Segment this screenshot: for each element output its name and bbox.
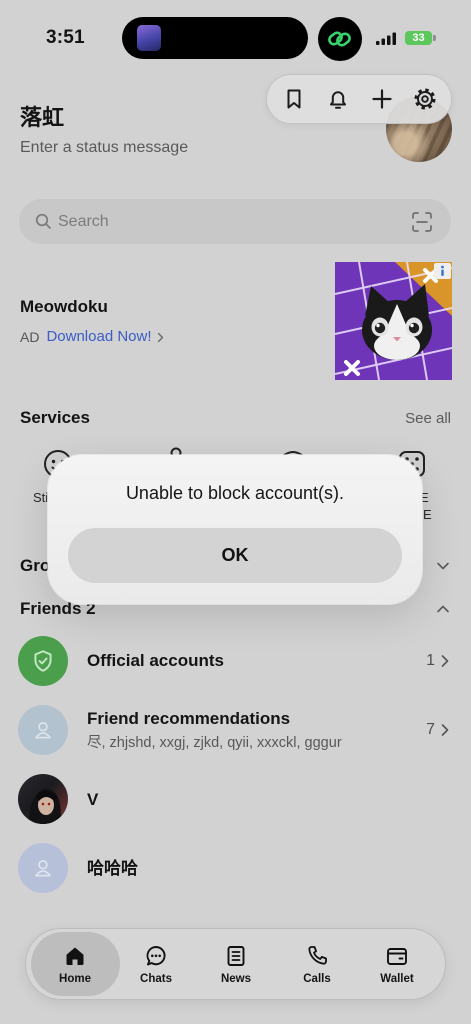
row-name: 哈哈哈 (87, 859, 138, 878)
tab-calls[interactable]: Calls (277, 933, 357, 996)
tab-label: News (220, 973, 252, 985)
avatar (18, 774, 68, 824)
ad-title: Meowdoku (20, 297, 108, 316)
wallet-icon (387, 948, 407, 965)
avatar (18, 636, 68, 686)
tab-label: Home (59, 973, 91, 985)
profile-name[interactable]: 落虹 (20, 105, 64, 131)
person-icon (35, 859, 51, 877)
row-subtitle: 尽, zhjshd, xxgj, zjkd, qyii, xxxckl, ggg… (87, 735, 342, 751)
tab-chats[interactable]: Chats (116, 933, 196, 996)
chevron-up-icon[interactable] (435, 601, 451, 617)
groups-heading[interactable]: Gro (20, 556, 50, 576)
tab-news[interactable]: News (196, 933, 276, 996)
chevron-right-icon (441, 655, 449, 667)
search-bar[interactable] (19, 199, 451, 244)
services-see-all-link[interactable]: See all (405, 409, 451, 429)
tab-label: Chats (140, 973, 172, 985)
ad-banner[interactable]: Meowdoku AD Download Now! (0, 262, 471, 380)
scan-icon[interactable] (411, 211, 433, 233)
cellular-signal-icon (376, 32, 396, 45)
services-heading: Services (20, 408, 90, 427)
chat-bubble-icon (146, 946, 166, 966)
chevron-right-icon (157, 332, 163, 342)
search-icon (35, 213, 51, 229)
bookmark-icon[interactable] (282, 87, 306, 111)
row-count: 1 (426, 652, 435, 669)
ad-cta-row[interactable]: AD Download Now! (20, 328, 164, 346)
row-name: V (87, 790, 99, 809)
row-count: 7 (426, 721, 435, 738)
live-activity-bubble (318, 17, 362, 61)
ok-button[interactable]: OK (68, 528, 402, 583)
news-icon (227, 946, 245, 966)
avatar (18, 705, 68, 755)
now-playing-artwork (137, 25, 161, 51)
service-label: Sti (33, 490, 49, 505)
battery-level: 33 (412, 32, 425, 44)
linked-rings-icon (328, 31, 351, 47)
search-input[interactable] (58, 199, 398, 244)
row-name: Friend recommendations (87, 709, 291, 728)
list-item-official-accounts[interactable]: Official accounts 1 (0, 627, 471, 696)
chevron-right-icon (441, 724, 449, 736)
phone-icon (308, 946, 327, 965)
home-icon (66, 947, 84, 965)
tab-label: Calls (303, 973, 331, 985)
shield-check-icon (34, 650, 52, 672)
ad-download-link[interactable]: Download Now! (46, 328, 151, 346)
plus-icon[interactable] (370, 87, 394, 111)
gear-icon[interactable] (413, 87, 437, 111)
battery-indicator: 33 (405, 31, 432, 45)
list-item-friend-recommendations[interactable]: Friend recommendations 尽, zhjshd, xxgj, … (0, 696, 471, 765)
alert-dialog: Unable to block account(s). OK (48, 455, 422, 604)
service-label: E (423, 507, 432, 522)
ad-badge: AD (20, 329, 40, 345)
battery-tip (433, 35, 436, 41)
tab-wallet[interactable]: Wallet (357, 933, 437, 996)
alert-message: Unable to block account(s). (125, 483, 345, 503)
list-item-friend[interactable]: 哈哈哈 (0, 834, 471, 903)
row-name: Official accounts (87, 651, 224, 670)
home-screen: 3:51 33 落虹 Enter a status message Search… (0, 0, 471, 1024)
friend-photo (28, 789, 62, 824)
ad-image[interactable] (335, 262, 452, 380)
status-time: 3:51 (46, 27, 85, 48)
chevron-down-icon[interactable] (435, 558, 451, 574)
person-icon (35, 721, 51, 739)
status-message[interactable]: Enter a status message (20, 138, 188, 158)
dynamic-island (122, 17, 308, 59)
list-item-friend[interactable]: V (0, 765, 471, 834)
avatar (18, 843, 68, 893)
top-toolbar (266, 74, 452, 124)
bell-icon[interactable] (326, 87, 350, 111)
tab-label: Wallet (380, 973, 414, 985)
tab-home[interactable]: Home (35, 933, 115, 996)
bottom-tab-bar: Home Chats News Calls Wallet (25, 928, 446, 1000)
